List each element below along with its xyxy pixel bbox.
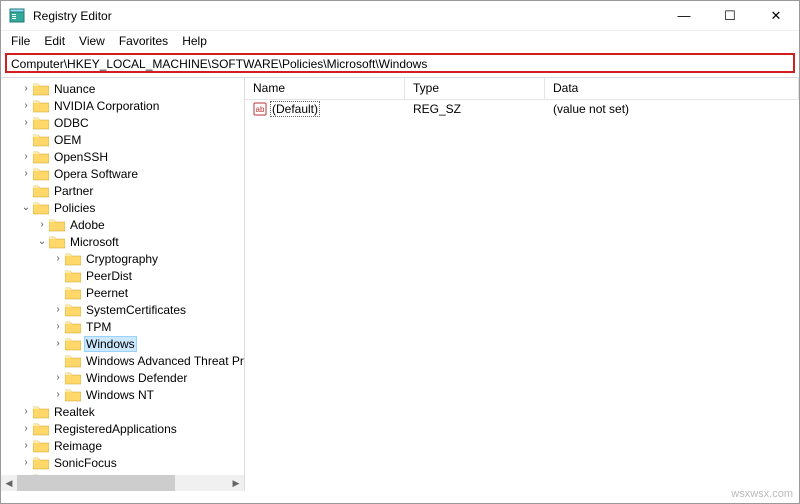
tree-item[interactable]: PeerDist	[3, 267, 244, 284]
tree-item-label: Cryptography	[84, 252, 160, 266]
close-button[interactable]: ✕	[753, 1, 799, 31]
tree-item-label: NVIDIA Corporation	[52, 99, 161, 113]
scroll-right-icon[interactable]: ▶	[228, 475, 244, 491]
chevron-right-icon[interactable]: ›	[51, 303, 65, 317]
tree-item[interactable]: › Nuance	[3, 80, 244, 97]
tree-item-label: Microsoft	[68, 235, 121, 249]
chevron-down-icon[interactable]: ⌄	[19, 201, 33, 215]
tree-item-label: Realtek	[52, 405, 97, 419]
tree-item-label: Adobe	[68, 218, 107, 232]
value-type: REG_SZ	[405, 102, 545, 116]
titlebar: Registry Editor — ☐ ✕	[1, 1, 799, 31]
chevron-right-icon[interactable]: ›	[19, 422, 33, 436]
watermark: wsxwsx.com	[731, 488, 793, 500]
tree-item[interactable]: Partner	[3, 182, 244, 199]
chevron-right-icon[interactable]: ›	[51, 320, 65, 334]
values-header: Name Type Data	[245, 78, 799, 100]
tree-item[interactable]: › TPM	[3, 318, 244, 335]
tree-item[interactable]: › RegisteredApplications	[3, 420, 244, 437]
chevron-right-icon[interactable]: ›	[19, 405, 33, 419]
chevron-right-icon[interactable]: ›	[19, 456, 33, 470]
tree-item-label: Policies	[52, 201, 97, 215]
chevron-right-icon[interactable]: ›	[51, 371, 65, 385]
regedit-icon	[9, 8, 25, 24]
tree-item[interactable]: › ODBC	[3, 114, 244, 131]
column-data[interactable]: Data	[545, 78, 799, 99]
chevron-right-icon[interactable]: ›	[19, 150, 33, 164]
address-bar[interactable]: Computer\HKEY_LOCAL_MACHINE\SOFTWARE\Pol…	[5, 53, 795, 73]
tree-item-label: RegisteredApplications	[52, 422, 179, 436]
tree-item-label: Nuance	[52, 82, 97, 96]
chevron-right-icon[interactable]: ›	[35, 218, 49, 232]
tree-item[interactable]: OEM	[3, 131, 244, 148]
tree-item[interactable]: › Realtek	[3, 403, 244, 420]
tree-item[interactable]: ⌄ Policies	[3, 199, 244, 216]
menu-help[interactable]: Help	[176, 32, 213, 50]
tree-item[interactable]: › Reimage	[3, 437, 244, 454]
tree-item-label: Windows	[84, 336, 137, 352]
values-pane[interactable]: Name Type Data ab (Default) REG_SZ(value n…	[245, 78, 799, 491]
chevron-right-icon[interactable]: ›	[51, 388, 65, 402]
menu-favorites[interactable]: Favorites	[113, 32, 174, 50]
chevron-down-icon[interactable]: ⌄	[35, 235, 49, 249]
tree-item[interactable]: › Adobe	[3, 216, 244, 233]
tree-item[interactable]: › Opera Software	[3, 165, 244, 182]
column-name[interactable]: Name	[245, 78, 405, 99]
scroll-left-icon[interactable]: ◀	[1, 475, 17, 491]
tree-item[interactable]: › OpenSSH	[3, 148, 244, 165]
address-path: Computer\HKEY_LOCAL_MACHINE\SOFTWARE\Pol…	[11, 57, 427, 71]
tree-item-label: Opera Software	[52, 167, 140, 181]
scroll-thumb[interactable]	[17, 475, 175, 491]
minimize-button[interactable]: —	[661, 1, 707, 31]
registry-tree: › Nuance › NVIDIA Corporation › ODBC OEM › OpenS…	[1, 78, 244, 491]
menu-file[interactable]: File	[5, 32, 36, 50]
value-name: (Default)	[270, 101, 320, 117]
tree-item-label: Windows Defender	[84, 371, 189, 385]
value-row[interactable]: ab (Default) REG_SZ(value not set)	[245, 100, 799, 118]
tree-item-label: Reimage	[52, 439, 104, 453]
tree-item[interactable]: › NVIDIA Corporation	[3, 97, 244, 114]
tree-item-label: OpenSSH	[52, 150, 110, 164]
tree-item[interactable]: › SystemCertificates	[3, 301, 244, 318]
content-area: › Nuance › NVIDIA Corporation › ODBC OEM › OpenS…	[1, 77, 799, 491]
tree-item-label: TPM	[84, 320, 113, 334]
tree-item[interactable]: › Windows Defender	[3, 369, 244, 386]
chevron-right-icon[interactable]: ›	[51, 337, 65, 351]
column-type[interactable]: Type	[405, 78, 545, 99]
tree-item-label: Peernet	[84, 286, 130, 300]
tree-item[interactable]: › Cryptography	[3, 250, 244, 267]
tree-item[interactable]: ⌄ Microsoft	[3, 233, 244, 250]
tree-item-label: Partner	[52, 184, 95, 198]
tree-item-label: PeerDist	[84, 269, 134, 283]
chevron-right-icon[interactable]: ›	[19, 82, 33, 96]
tree-item[interactable]: › Windows NT	[3, 386, 244, 403]
chevron-right-icon[interactable]: ›	[19, 116, 33, 130]
tree-item-label: Windows NT	[84, 388, 156, 402]
tree-item[interactable]: › SonicFocus	[3, 454, 244, 471]
tree-item[interactable]: Windows Advanced Threat Prote	[3, 352, 244, 369]
chevron-right-icon[interactable]: ›	[19, 439, 33, 453]
chevron-right-icon[interactable]: ›	[51, 252, 65, 266]
chevron-right-icon[interactable]: ›	[19, 99, 33, 113]
tree-item-label: Windows Advanced Threat Prote	[84, 354, 245, 368]
tree-item[interactable]: › Windows	[3, 335, 244, 352]
svg-text:ab: ab	[256, 105, 265, 114]
chevron-right-icon[interactable]: ›	[19, 167, 33, 181]
tree-horizontal-scrollbar[interactable]: ◀ ▶	[1, 475, 244, 491]
maximize-button[interactable]: ☐	[707, 1, 753, 31]
tree-item-label: ODBC	[52, 116, 91, 130]
value-data: (value not set)	[545, 102, 799, 116]
scroll-track[interactable]	[17, 475, 228, 491]
tree-item-label: OEM	[52, 133, 83, 147]
tree-item-label: SystemCertificates	[84, 303, 188, 317]
menu-view[interactable]: View	[73, 32, 111, 50]
window-title: Registry Editor	[33, 9, 112, 23]
tree-item[interactable]: Peernet	[3, 284, 244, 301]
values-list: ab (Default) REG_SZ(value not set)	[245, 100, 799, 118]
menubar: File Edit View Favorites Help	[1, 31, 799, 51]
tree-pane[interactable]: › Nuance › NVIDIA Corporation › ODBC OEM › OpenS…	[1, 78, 245, 491]
menu-edit[interactable]: Edit	[38, 32, 71, 50]
tree-item-label: SonicFocus	[52, 456, 119, 470]
